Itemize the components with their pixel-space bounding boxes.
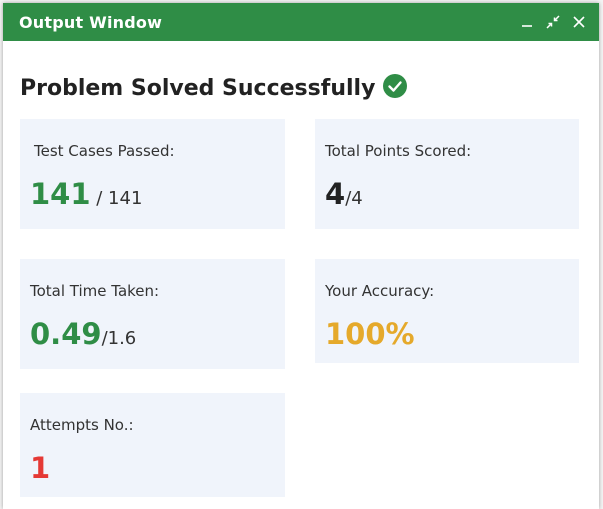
title-bar: Output Window <box>3 3 599 41</box>
test-cases-card: Test Cases Passed: 141 / 141 <box>20 119 285 229</box>
attempts-label: Attempts No.: <box>30 416 134 434</box>
minimize-icon[interactable] <box>517 12 537 32</box>
points-card: Total Points Scored: 4 /4 <box>315 119 579 229</box>
accuracy-card: Your Accuracy: 100% <box>315 259 579 363</box>
result-heading: Problem Solved Successfully <box>20 73 599 103</box>
test-cases-value-row: 141 / 141 <box>30 177 142 211</box>
attempts-value: 1 <box>30 451 51 485</box>
test-cases-total: / 141 <box>90 188 143 209</box>
window-controls <box>517 12 589 32</box>
check-circle-icon <box>383 74 408 102</box>
accuracy-label: Your Accuracy: <box>325 282 435 300</box>
accuracy-value: 100% <box>325 317 415 351</box>
time-label: Total Time Taken: <box>30 282 160 300</box>
output-window: Output Window Problem Solved Successfull… <box>3 3 599 509</box>
window-title: Output Window <box>19 12 163 32</box>
points-scored-value: 4 <box>325 177 346 211</box>
collapse-arrows-icon[interactable] <box>543 12 563 32</box>
time-card: Total Time Taken: 0.49 /1.6 <box>20 259 285 369</box>
points-value-row: 4 /4 <box>325 177 363 211</box>
time-taken-value: 0.49 <box>30 317 102 351</box>
points-total: /4 <box>345 188 363 209</box>
points-label: Total Points Scored: <box>325 142 472 160</box>
test-cases-passed-value: 141 <box>30 177 91 211</box>
test-cases-label: Test Cases Passed: <box>34 142 175 160</box>
attempts-value-row: 1 <box>30 451 50 485</box>
accuracy-value-row: 100% <box>325 317 415 351</box>
close-icon[interactable] <box>569 12 589 32</box>
time-value-row: 0.49 /1.6 <box>30 317 136 351</box>
attempts-card: Attempts No.: 1 <box>20 393 285 497</box>
result-heading-text: Problem Solved Successfully <box>20 75 376 101</box>
time-limit: /1.6 <box>101 328 137 349</box>
